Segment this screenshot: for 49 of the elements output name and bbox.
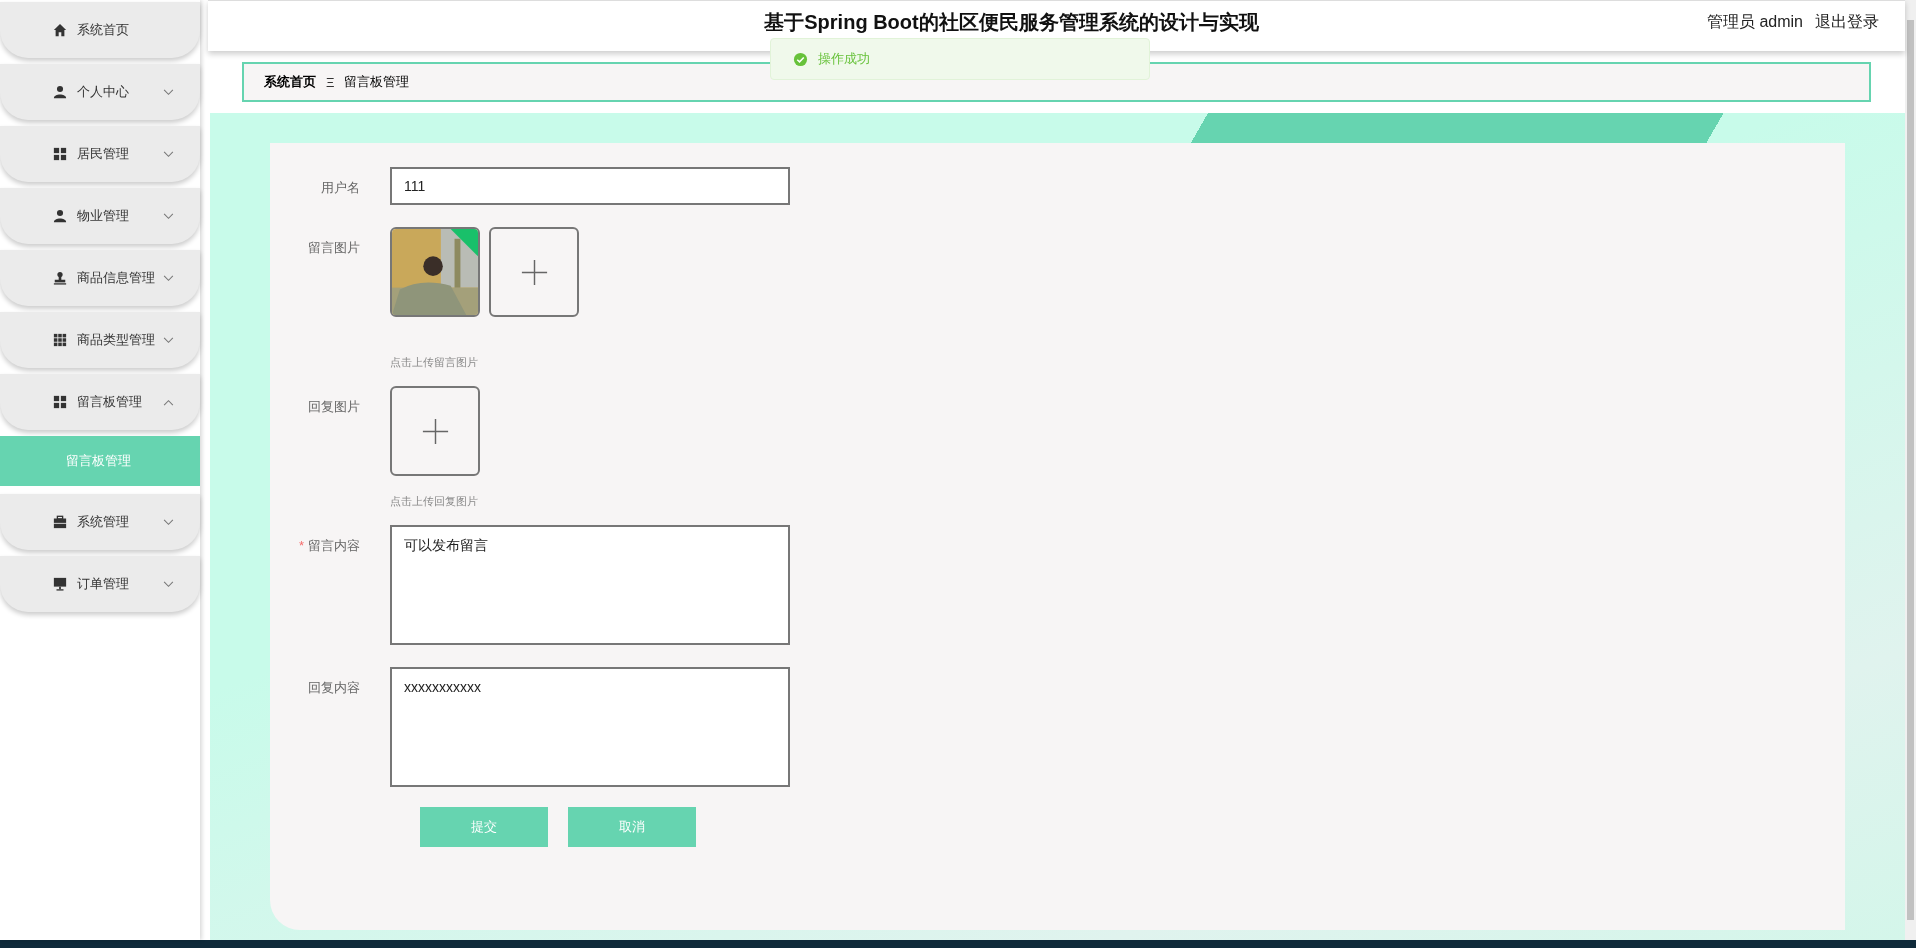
sidebar-item[interactable]: 系统首页 bbox=[0, 2, 200, 58]
field-label: 留言图片 bbox=[307, 239, 361, 257]
upload-button[interactable] bbox=[390, 386, 480, 476]
caret-icon bbox=[163, 518, 174, 526]
caret-icon bbox=[163, 336, 174, 344]
upload-hint: 点击上传回复图片 bbox=[390, 494, 479, 509]
input-field[interactable]: 111 bbox=[390, 167, 790, 205]
sidebar-item[interactable]: 居民管理 bbox=[0, 126, 200, 182]
sidebar-item[interactable]: 留言板管理 bbox=[0, 374, 200, 430]
caret-icon bbox=[163, 398, 174, 406]
field-label: 回复内容 bbox=[307, 679, 361, 697]
text-area[interactable]: xxxxxxxxxxx bbox=[390, 667, 790, 787]
field-label: 用户名 bbox=[320, 179, 361, 197]
user-icon bbox=[53, 85, 67, 99]
text-area[interactable]: 可以发布留言 bbox=[390, 525, 790, 645]
logout-link[interactable]: 退出登录 bbox=[1815, 12, 1879, 33]
breadcrumb-link[interactable]: 系统首页 bbox=[264, 73, 316, 91]
home-icon bbox=[53, 23, 67, 37]
sidebar-item[interactable]: 个人中心 bbox=[0, 64, 200, 120]
field-label: 回复图片 bbox=[307, 398, 361, 416]
user-icon bbox=[53, 209, 67, 223]
sidebar-item[interactable]: 系统管理 bbox=[0, 494, 200, 550]
breadcrumb-separator: Ξ bbox=[326, 74, 335, 90]
field-label: * 留言内容 bbox=[297, 537, 361, 555]
upload-hint: 点击上传留言图片 bbox=[390, 355, 479, 370]
sidebar-item[interactable]: 物业管理 bbox=[0, 188, 200, 244]
upload-button[interactable] bbox=[489, 227, 579, 317]
caret-icon bbox=[163, 150, 174, 158]
plus-icon bbox=[421, 417, 449, 445]
caret-icon bbox=[163, 580, 174, 588]
check-circle-icon bbox=[793, 51, 808, 67]
caret-icon bbox=[163, 212, 174, 220]
briefcase-icon bbox=[53, 515, 67, 529]
breadcrumb-link[interactable]: 留言板管理 bbox=[344, 73, 410, 91]
grid-icon bbox=[53, 147, 67, 161]
caret-icon bbox=[163, 274, 174, 282]
grid-icon bbox=[53, 395, 67, 409]
plus-icon bbox=[520, 258, 548, 286]
user-name: 管理员 admin bbox=[1706, 12, 1803, 32]
scrollbar[interactable] bbox=[1905, 0, 1916, 940]
sidebar-item[interactable]: 订单管理 bbox=[0, 556, 200, 612]
caret-icon bbox=[163, 88, 174, 96]
stamp-icon bbox=[53, 271, 67, 285]
app-title: 基于Spring Boot的社区便民服务管理系统的设计与实现 bbox=[764, 10, 1259, 35]
sidebar-item[interactable]: 商品信息管理 bbox=[0, 250, 200, 306]
monitor-icon bbox=[53, 577, 67, 591]
grid-icon bbox=[53, 333, 67, 347]
toast-message: 操作成功 bbox=[818, 50, 870, 68]
sidebar-item[interactable]: 商品类型管理 bbox=[0, 312, 200, 368]
